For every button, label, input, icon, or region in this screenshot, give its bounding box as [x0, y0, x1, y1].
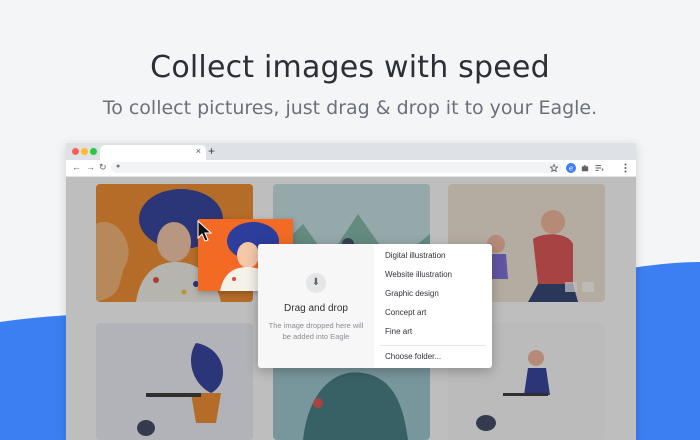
svg-text:e: e — [569, 165, 573, 173]
window-minimize-dot[interactable] — [81, 148, 88, 155]
menu-divider — [380, 345, 486, 346]
folder-item-fine-art[interactable]: Fine art — [385, 327, 412, 336]
download-arrow-icon: ⬇ — [306, 273, 326, 293]
drop-description: The image dropped here will be added int… — [268, 321, 364, 341]
drop-zone[interactable]: ⬇ Drag and drop The image dropped here w… — [258, 244, 374, 368]
tab-bar: × + — [66, 143, 636, 160]
star-icon[interactable] — [550, 164, 558, 172]
folder-item-website-illustration[interactable]: Website illustration — [385, 270, 452, 279]
address-bar[interactable]: ● — [111, 162, 561, 173]
new-tab-button[interactable]: + — [208, 144, 215, 158]
drop-title: Drag and drop — [284, 303, 348, 314]
reload-icon[interactable]: ↻ — [99, 162, 107, 173]
puzzle-icon[interactable] — [581, 164, 589, 172]
kebab-menu-icon[interactable] — [624, 163, 627, 173]
subheadline: To collect pictures, just drag & drop it… — [102, 97, 598, 119]
forward-icon[interactable]: → — [86, 162, 95, 172]
back-icon[interactable]: ← — [72, 162, 81, 172]
folder-item-graphic-design[interactable]: Graphic design — [385, 289, 439, 298]
window-maximize-dot[interactable] — [90, 148, 97, 155]
browser-tab[interactable]: × — [100, 145, 206, 160]
playlist-icon[interactable] — [595, 164, 604, 172]
headline: Collect images with speed — [150, 50, 550, 85]
mouse-cursor-icon — [197, 220, 213, 242]
folder-item-digital-illustration[interactable]: Digital illustration — [385, 251, 445, 260]
window-close-dot[interactable] — [72, 148, 79, 155]
navigation-bar: ← → ↻ ● e — [66, 160, 636, 177]
eagle-extension-icon[interactable]: e — [566, 163, 576, 173]
lock-icon: ● — [116, 163, 121, 170]
eagle-drop-popup: ⬇ Drag and drop The image dropped here w… — [258, 244, 492, 368]
choose-folder-item[interactable]: Choose folder... — [385, 352, 441, 361]
tab-close-icon[interactable]: × — [196, 146, 201, 156]
folder-item-concept-art[interactable]: Concept art — [385, 308, 426, 317]
folder-menu: Digital illustration Website illustratio… — [374, 244, 492, 368]
